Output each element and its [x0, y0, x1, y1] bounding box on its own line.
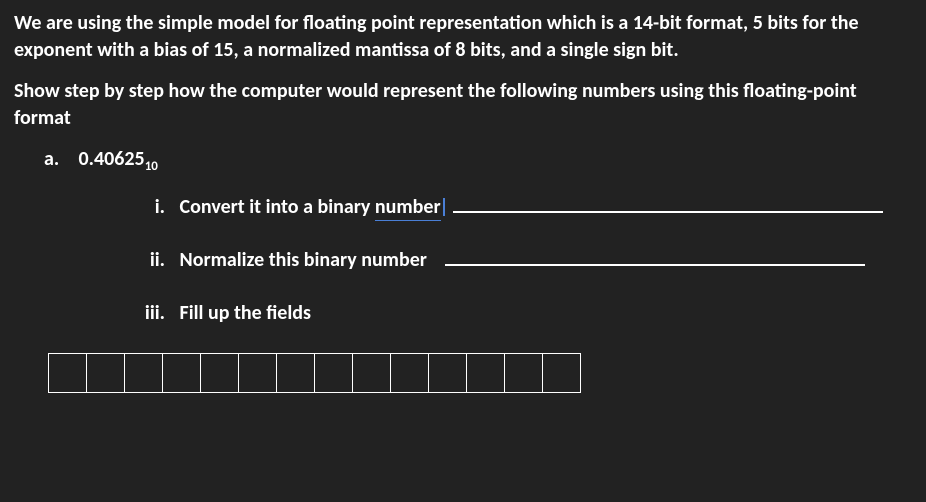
roman-ii-text: Normalize this binary number [180, 248, 427, 272]
bit-cell[interactable] [466, 353, 505, 393]
bit-cell[interactable] [124, 353, 163, 393]
list-item-a: a. 0.4062510 [44, 146, 912, 176]
roman-iii-text: Fill up the fields [180, 301, 311, 325]
roman-i-label: i. [129, 194, 165, 221]
list-item-a-label: a. [44, 146, 74, 173]
bit-cell[interactable] [504, 353, 543, 393]
bit-cell[interactable] [542, 353, 581, 393]
bit-cell[interactable] [276, 353, 315, 393]
bit-cell[interactable] [428, 353, 467, 393]
roman-item-i: i. Convert it into a binary number [129, 194, 912, 221]
bit-cell[interactable] [352, 353, 391, 393]
list-item-a-subscript: 10 [145, 159, 158, 174]
text-cursor-icon [443, 198, 445, 216]
roman-item-iii: iii. Fill up the fields [129, 300, 912, 327]
bit-cell[interactable] [238, 353, 277, 393]
list-item-a-value: 0.40625 [79, 147, 145, 171]
roman-i-underlined-word: number [375, 195, 441, 221]
roman-iii-label: iii. [129, 300, 165, 327]
bit-cell[interactable] [314, 353, 353, 393]
bit-cell[interactable] [162, 353, 201, 393]
bit-cell[interactable] [200, 353, 239, 393]
answer-blank-i[interactable] [453, 195, 883, 213]
intro-paragraph-1: We are using the simple model for floati… [14, 10, 912, 64]
intro-paragraph-2: Show step by step how the computer would… [14, 78, 912, 132]
roman-list: i. Convert it into a binary number ii. N… [129, 194, 912, 327]
roman-ii-label: ii. [129, 247, 165, 274]
answer-blank-ii[interactable] [445, 248, 865, 266]
roman-i-text: Convert it into a binary number [180, 195, 450, 219]
bit-field-grid [48, 353, 912, 393]
bit-cell[interactable] [86, 353, 125, 393]
bit-cell[interactable] [48, 353, 87, 393]
roman-item-ii: ii. Normalize this binary number [129, 247, 912, 274]
roman-i-text-prefix: Convert it into a binary [180, 195, 375, 219]
bit-cell[interactable] [390, 353, 429, 393]
